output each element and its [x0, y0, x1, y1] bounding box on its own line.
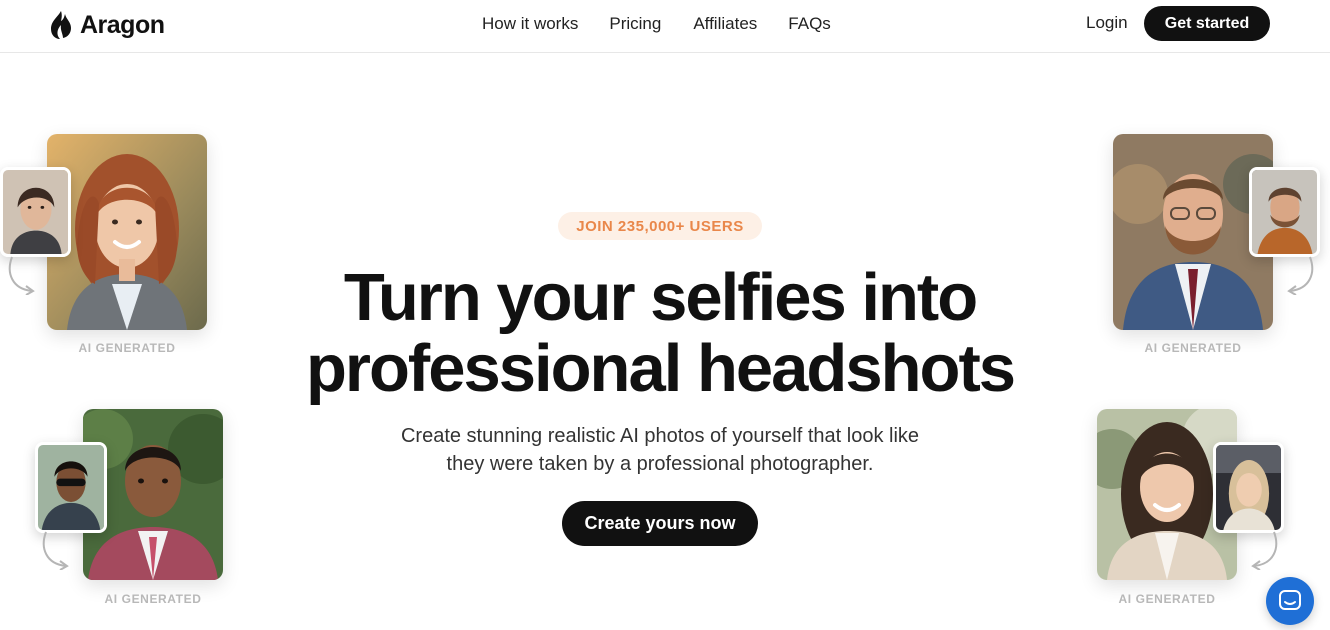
- brand-logo[interactable]: Aragon: [48, 10, 165, 40]
- curved-arrow-icon: [1251, 531, 1278, 570]
- curved-arrow-icon: [1287, 256, 1314, 295]
- create-yours-now-button[interactable]: Create yours now: [562, 501, 758, 546]
- nav-links: How it works Pricing Affiliates FAQs: [482, 0, 831, 48]
- login-link[interactable]: Login: [1086, 13, 1128, 33]
- nav-link-affiliates[interactable]: Affiliates: [693, 14, 757, 34]
- hero-headline: Turn your selfies into professional head…: [300, 262, 1020, 404]
- chat-launcher-button[interactable]: [1266, 577, 1314, 625]
- selfie-thumbnail: [0, 167, 71, 257]
- curved-arrow-icon: [42, 531, 69, 570]
- nav-link-pricing[interactable]: Pricing: [609, 14, 661, 34]
- subtext-line-2: they were taken by a professional photog…: [446, 453, 874, 475]
- selfie-thumbnail: [1249, 167, 1320, 257]
- aragon-flame-icon: [51, 11, 71, 39]
- headline-line-2: professional headshots: [305, 331, 1016, 406]
- top-nav: Aragon How it works Pricing Affiliates F…: [0, 0, 1330, 53]
- nav-link-faqs[interactable]: FAQs: [788, 14, 831, 34]
- headline-line-1: Turn your selfies into: [343, 260, 978, 335]
- selfie-thumbnail: [1213, 442, 1284, 533]
- selfie-thumbnail: [35, 442, 107, 533]
- brand-name: Aragon: [80, 10, 165, 39]
- hero-subtext: Create stunning realistic AI photos of y…: [360, 422, 960, 478]
- nav-link-how-it-works[interactable]: How it works: [482, 14, 578, 34]
- ai-generated-label: AI GENERATED: [1144, 341, 1242, 355]
- ai-generated-label: AI GENERATED: [104, 592, 202, 606]
- get-started-button[interactable]: Get started: [1144, 6, 1270, 41]
- users-badge: JOIN 235,000+ USERS: [558, 212, 762, 240]
- ai-generated-label: AI GENERATED: [1118, 592, 1216, 606]
- chat-bubble-icon: [1279, 590, 1301, 610]
- subtext-line-1: Create stunning realistic AI photos of y…: [400, 425, 920, 447]
- ai-generated-label: AI GENERATED: [78, 341, 176, 355]
- ai-headshot-woman-redhair: [47, 134, 207, 330]
- curved-arrow-icon: [8, 256, 35, 295]
